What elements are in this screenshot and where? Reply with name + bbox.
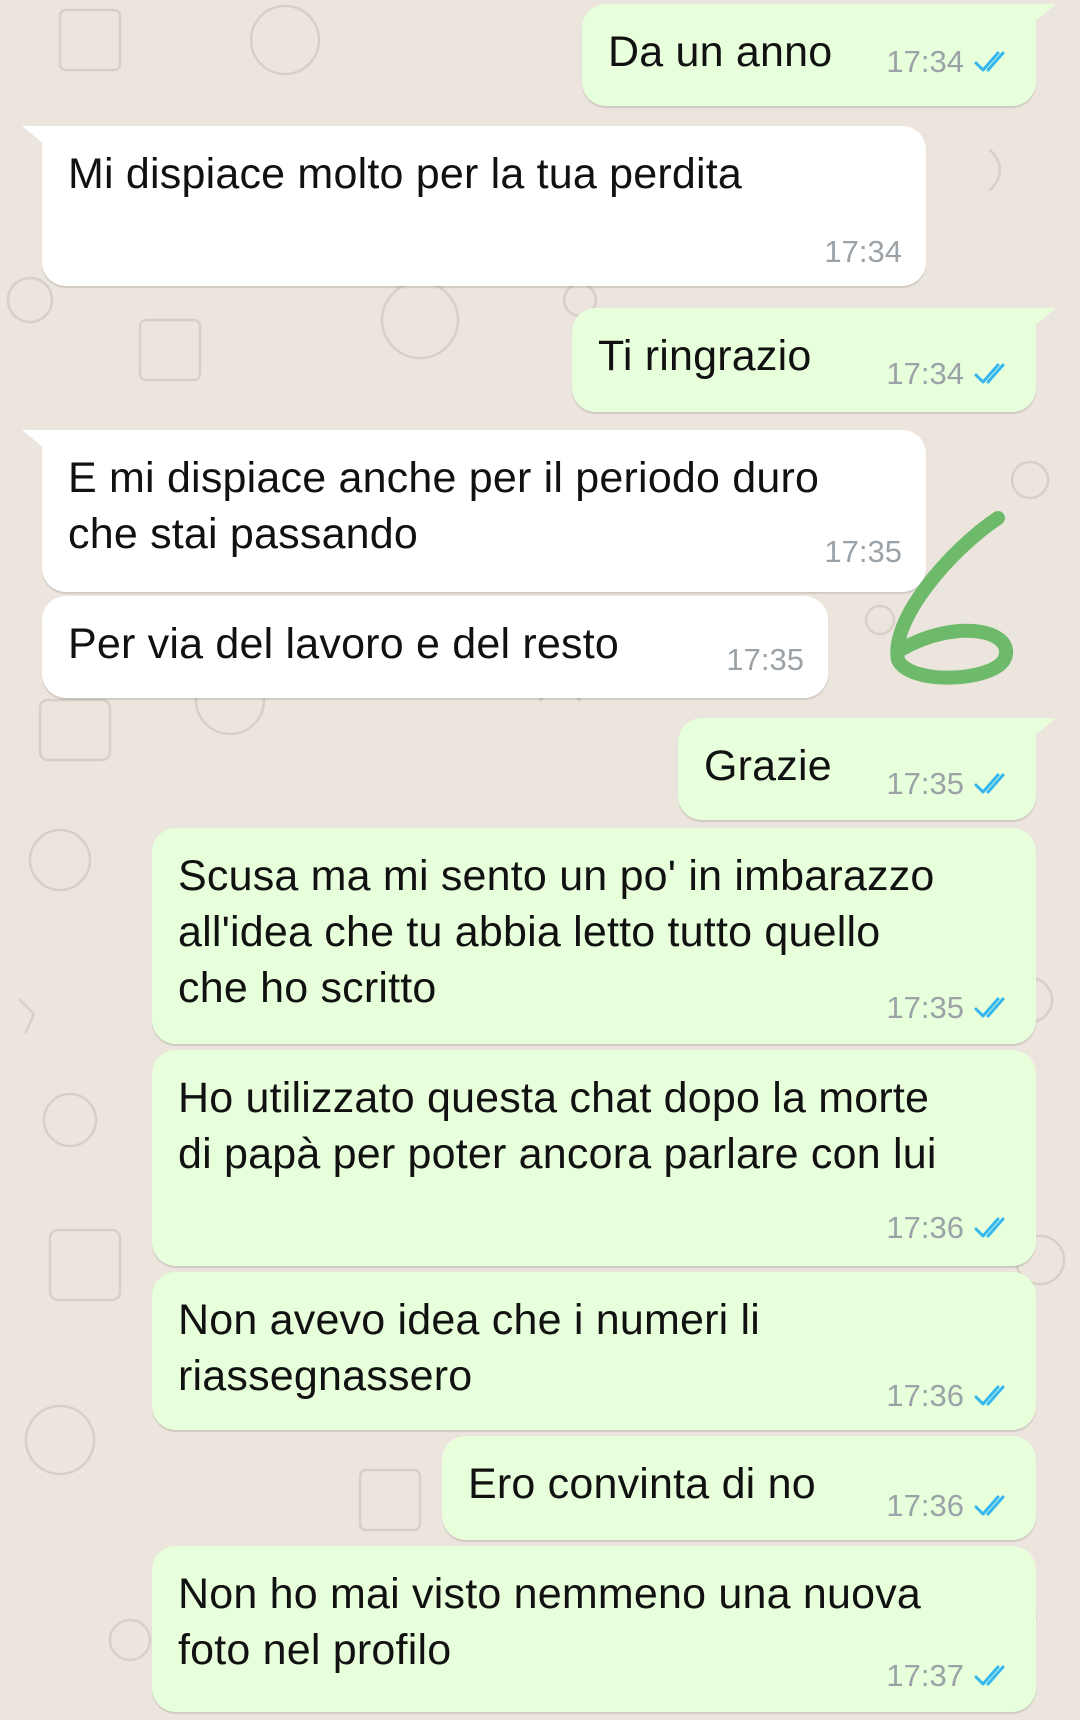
double-check-icon [974,773,1005,794]
handwritten-6-annotation [890,511,1013,685]
message-time: 17:34 [824,234,902,269]
message-text: Non ho mai visto nemmeno una nuova foto … [178,1570,922,1674]
message-outgoing[interactable]: Non ho mai visto nemmeno una nuova foto … [152,1546,1036,1712]
message-meta: 17:34 [824,234,902,270]
message-meta: 17:36 [886,1378,1014,1414]
double-check-icon [974,1495,1005,1516]
message-meta: 17:35 [726,642,804,678]
message-text: Per via del lavoro e del resto [68,620,619,668]
message-time: 17:34 [886,44,964,79]
double-check-icon [974,1385,1005,1406]
double-check-icon [974,997,1005,1018]
message-time: 17:35 [726,642,804,677]
message-time: 17:36 [886,1488,964,1523]
message-meta: 17:36 [886,1488,1014,1524]
message-text: Ho utilizzato questa chat dopo la morte … [178,1074,937,1178]
message-time: 17:35 [886,766,964,801]
message-text: E mi dispiace anche per il periodo duro … [68,454,820,558]
message-meta: 17:35 [886,766,1014,802]
message-outgoing[interactable]: Non avevo idea che i numeri li riassegna… [152,1272,1036,1430]
double-check-icon [974,1217,1005,1238]
message-outgoing[interactable]: Scusa ma mi sento un po' in imbarazzo al… [152,828,1036,1044]
message-incoming[interactable]: E mi dispiace anche per il periodo duro … [22,430,926,592]
message-time: 17:36 [886,1378,964,1413]
double-check-icon [974,51,1005,72]
message-outgoing[interactable]: Ero convinta di no 17:36 [442,1436,1036,1540]
message-outgoing[interactable]: Ti ringrazio 17:34 [572,308,1056,412]
message-meta: 17:34 [886,356,1014,392]
message-time: 17:36 [886,1210,964,1245]
message-text: Scusa ma mi sento un po' in imbarazzo al… [178,852,935,1012]
message-time: 17:35 [886,990,964,1025]
message-incoming[interactable]: Per via del lavoro e del resto 17:35 [42,596,828,698]
message-time: 17:37 [886,1658,964,1693]
double-check-icon [974,1665,1005,1686]
message-meta: 17:35 [886,990,1014,1026]
message-outgoing[interactable]: Ho utilizzato questa chat dopo la morte … [152,1050,1036,1266]
message-incoming[interactable]: Mi dispiace molto per la tua perdita 17:… [22,126,926,286]
message-text: Mi dispiace molto per la tua perdita [68,150,743,198]
message-meta: 17:34 [886,44,1014,80]
double-check-icon [974,363,1005,384]
message-text: Non avevo idea che i numeri li riassegna… [178,1296,761,1400]
message-meta: 17:37 [886,1658,1014,1694]
message-outgoing[interactable]: Da un anno 17:34 [582,4,1056,106]
chat-thread[interactable]: Da un anno 17:34 Mi dispiace molto per l… [0,0,1080,1720]
message-meta: 17:36 [886,1210,1014,1246]
message-outgoing[interactable]: Grazie 17:35 [678,718,1056,820]
message-time: 17:34 [886,356,964,391]
